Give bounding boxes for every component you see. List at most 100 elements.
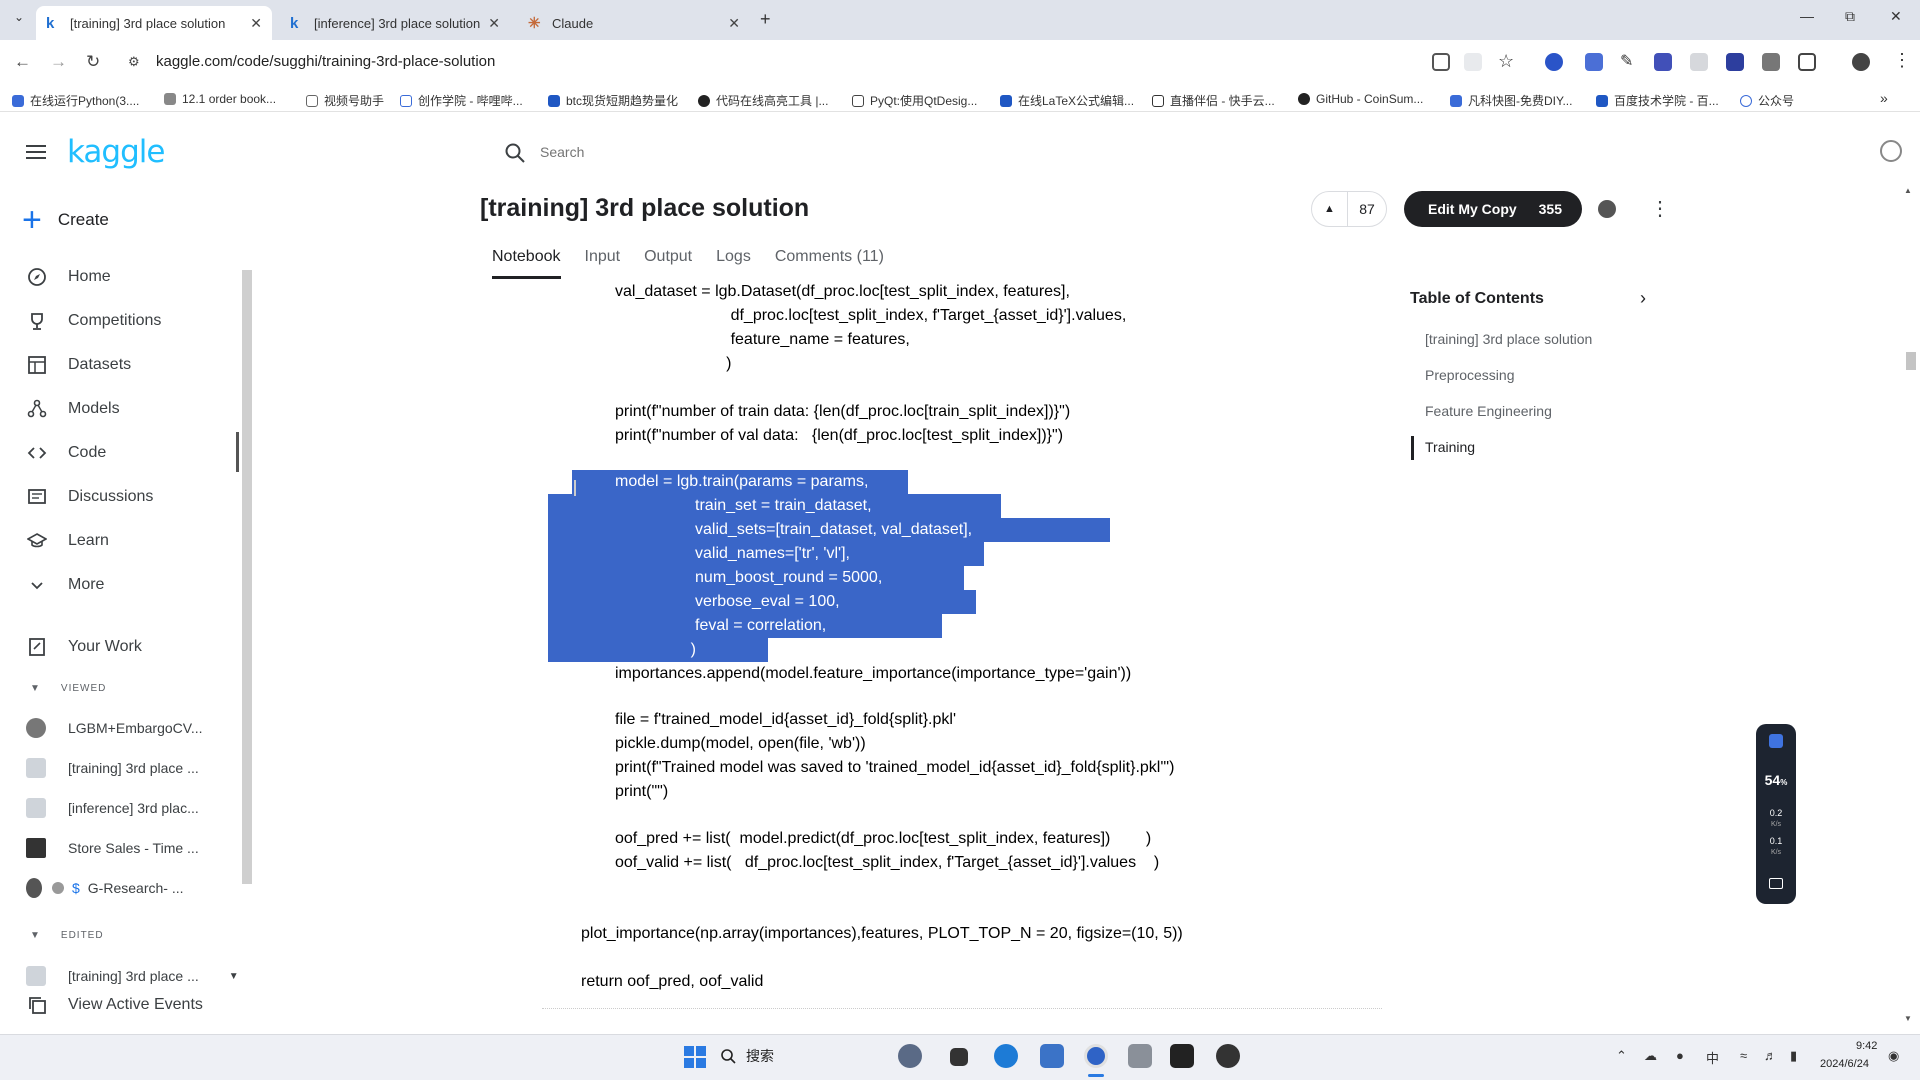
extension-blue-icon[interactable] — [1545, 53, 1563, 71]
bookmark-item[interactable]: 12.1 order book... — [164, 92, 276, 106]
upvote-arrow-icon[interactable]: ▲ — [1312, 192, 1348, 226]
viewed-item[interactable]: Store Sales - Time ... — [26, 838, 199, 858]
bookmark-item[interactable]: 创作学院 - 哔哩哔... — [400, 92, 523, 109]
tab-notebook[interactable]: Notebook — [492, 248, 561, 279]
bookmarks-more-icon[interactable]: » — [1880, 90, 1888, 106]
battery-icon[interactable]: ▮ — [1790, 1048, 1797, 1064]
new-tab-icon[interactable]: + — [760, 9, 771, 30]
more-options-icon[interactable]: ⋮ — [1650, 196, 1670, 221]
browser-menu-icon[interactable]: ⋮ — [1893, 50, 1911, 71]
extensions-puzzle-icon[interactable] — [1798, 53, 1816, 71]
bookmark-item[interactable]: GitHub - CoinSum... — [1298, 92, 1423, 106]
pen-icon[interactable]: ✎ — [1620, 51, 1633, 71]
browser-tab-training[interactable]: k [training] 3rd place solution ✕ — [36, 6, 272, 40]
clock-time[interactable]: 9:42 — [1856, 1040, 1877, 1052]
toc-item[interactable]: Preprocessing — [1425, 367, 1515, 383]
bookmark-item[interactable]: 百度技术学院 - 百... — [1596, 92, 1719, 109]
sidebar-scrollbar-thumb[interactable] — [236, 432, 239, 472]
app-icon[interactable] — [1216, 1044, 1240, 1068]
window-close-icon[interactable]: ✕ — [1890, 8, 1902, 25]
file-explorer-icon[interactable] — [1128, 1044, 1152, 1068]
viewed-item[interactable]: [training] 3rd place ... — [26, 758, 199, 778]
extension-video-icon[interactable] — [1726, 53, 1744, 71]
wifi-icon[interactable]: ≈ — [1740, 1048, 1747, 1063]
bookmark-item[interactable]: 直播伴侣 - 快手云... — [1152, 92, 1275, 109]
tab-input[interactable]: Input — [585, 248, 621, 279]
site-info-icon[interactable]: ⚙ — [128, 54, 140, 70]
caret-down-icon[interactable]: ▼ — [229, 971, 239, 982]
sidebar-item-discussions[interactable]: Discussions — [26, 486, 153, 508]
tray-expand-icon[interactable]: ⌃ — [1616, 1048, 1627, 1064]
tab-output[interactable]: Output — [644, 248, 692, 279]
extension-badge-icon[interactable] — [1585, 53, 1603, 71]
viewed-item[interactable]: $ G-Research- ... — [26, 878, 184, 898]
notification-bell-icon[interactable]: ◉ — [1888, 1048, 1899, 1064]
upvote-control[interactable]: ▲ 87 — [1311, 191, 1387, 227]
profile-avatar-icon[interactable] — [1852, 53, 1870, 71]
view-active-events-button[interactable]: View Active Events — [26, 994, 203, 1016]
close-tab-icon[interactable]: ✕ — [250, 15, 262, 32]
taskbar-widget-icon[interactable] — [898, 1044, 922, 1068]
toc-item[interactable]: Feature Engineering — [1425, 403, 1552, 419]
edited-item[interactable]: [training] 3rd place ... ▼ — [26, 966, 239, 986]
windows-start-icon[interactable] — [684, 1046, 706, 1073]
cloud-icon[interactable]: ☁ — [1644, 1048, 1657, 1064]
kaggle-notification-icon[interactable] — [1880, 140, 1902, 162]
bookmark-item[interactable]: PyQt:使用QtDesig... — [852, 92, 977, 109]
volume-icon[interactable]: ♬ — [1764, 1048, 1777, 1063]
bookmark-item[interactable]: 凡科快图-免费DIY... — [1450, 92, 1572, 109]
sidebar-item-models[interactable]: Models — [26, 398, 120, 420]
restore-icon[interactable]: ⧉ — [1845, 8, 1855, 25]
sidebar-item-your-work[interactable]: Your Work — [26, 636, 142, 658]
chrome-icon[interactable] — [1084, 1044, 1108, 1068]
minimize-icon[interactable]: — — [1800, 8, 1814, 24]
sidebar-item-datasets[interactable]: Datasets — [26, 354, 131, 376]
taskbar-search[interactable]: 搜索 — [720, 1046, 774, 1066]
back-icon[interactable]: ← — [14, 52, 31, 72]
url-field[interactable]: kaggle.com/code/sugghi/training-3rd-plac… — [156, 53, 495, 70]
viewed-section-toggle[interactable]: ▼ VIEWED — [30, 683, 106, 694]
sidebar-scrollbar-track[interactable] — [242, 270, 252, 884]
toc-collapse-chevron-icon[interactable]: › — [1640, 288, 1646, 309]
page-scroll-up-icon[interactable]: ▲ — [1904, 186, 1912, 195]
close-tab-icon[interactable]: ✕ — [488, 15, 500, 32]
viewed-item[interactable]: [inference] 3rd plac... — [26, 798, 199, 818]
system-monitor-widget[interactable]: 54% 0.2 K/s 0.1 K/s — [1756, 724, 1796, 904]
toc-item[interactable]: [training] 3rd place solution — [1425, 331, 1592, 347]
install-app-icon[interactable] — [1432, 53, 1450, 71]
bookmark-item[interactable]: 视频号助手 — [306, 92, 384, 109]
clock-date[interactable]: 2024/6/24 — [1820, 1058, 1869, 1070]
camera-icon[interactable] — [1769, 878, 1783, 889]
translate-icon[interactable] — [1464, 53, 1482, 71]
toc-item-active[interactable]: Training — [1425, 439, 1475, 455]
page-scroll-down-icon[interactable]: ▼ — [1904, 1014, 1912, 1023]
app-icon[interactable] — [1040, 1044, 1064, 1068]
create-button[interactable]: + Create — [22, 203, 109, 237]
tab-comments[interactable]: Comments (11) — [775, 248, 884, 279]
extension-grid-icon[interactable] — [1762, 53, 1780, 71]
sidebar-item-learn[interactable]: Learn — [26, 530, 109, 552]
ime-indicator[interactable]: 中 — [1706, 1048, 1719, 1067]
edge-browser-icon[interactable] — [994, 1044, 1018, 1068]
tab-logs[interactable]: Logs — [716, 248, 751, 279]
close-tab-icon[interactable]: ✕ — [728, 15, 740, 32]
reload-icon[interactable]: ↻ — [86, 52, 100, 72]
sidebar-item-home[interactable]: Home — [26, 266, 111, 288]
extension-purple-icon[interactable] — [1654, 53, 1672, 71]
bookmark-star-icon[interactable]: ☆ — [1498, 51, 1514, 72]
browser-tab-inference[interactable]: k [inference] 3rd place solution ✕ — [280, 6, 510, 40]
viewed-item[interactable]: LGBM+EmbargoCV... — [26, 718, 203, 738]
bookmark-item[interactable]: 在线运行Python(3.... — [12, 92, 139, 109]
wps-icon[interactable] — [1170, 1044, 1194, 1068]
author-avatar[interactable] — [1598, 200, 1616, 218]
sidebar-item-more[interactable]: More — [26, 574, 104, 596]
bookmark-item[interactable]: 在线LaTeX公式编辑... — [1000, 92, 1134, 109]
bookmark-item[interactable]: btc现货短期趋势量化 — [548, 92, 678, 109]
edited-section-toggle[interactable]: ▼ EDITED — [30, 930, 104, 941]
tab-list-chevron-icon[interactable]: ⌄ — [14, 10, 24, 24]
sidebar-item-competitions[interactable]: Competitions — [26, 310, 161, 332]
browser-tab-claude[interactable]: ✳ Claude ✕ — [518, 6, 750, 40]
edit-my-copy-button[interactable]: Edit My Copy 355 — [1404, 191, 1582, 227]
bookmark-item[interactable]: 公众号 — [1740, 92, 1794, 109]
microphone-icon[interactable]: ● — [1676, 1048, 1684, 1063]
